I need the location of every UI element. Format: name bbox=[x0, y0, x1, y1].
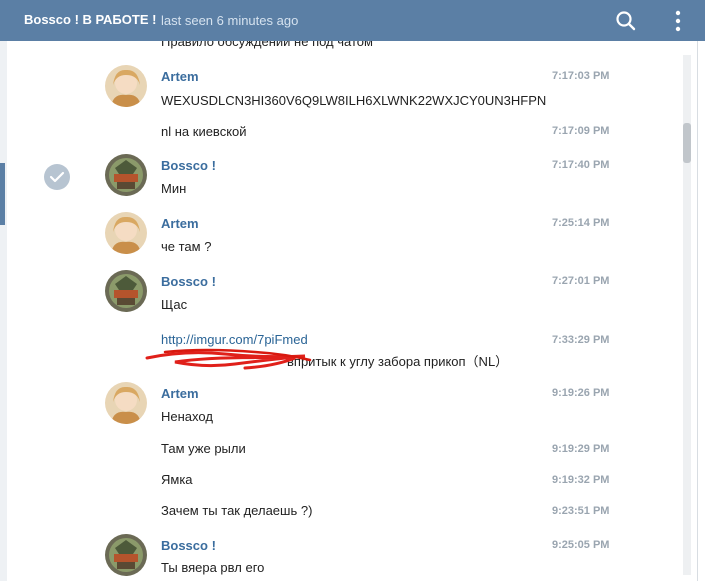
artem-avatar[interactable] bbox=[105, 212, 147, 254]
message-history[interactable]: Правило обсуждений не под чатом Artem WE… bbox=[7, 41, 705, 581]
message-text: Ямка bbox=[161, 472, 193, 487]
message-text: Ненаход bbox=[161, 409, 213, 424]
bossco-avatar[interactable] bbox=[105, 534, 147, 576]
message-text: Мин bbox=[161, 181, 187, 196]
message-time: 9:19:32 PM bbox=[552, 474, 610, 486]
partial-message-text: Правило обсуждений не под чатом bbox=[161, 41, 373, 49]
right-divider bbox=[697, 41, 698, 581]
message-author[interactable]: Bossco ! bbox=[161, 158, 216, 173]
bossco-avatar[interactable] bbox=[105, 270, 147, 312]
message-author[interactable]: Artem bbox=[161, 386, 199, 401]
message-text: Там уже рыли bbox=[161, 441, 246, 456]
message-author[interactable]: Bossco ! bbox=[161, 274, 216, 289]
message-time: 9:19:29 PM bbox=[552, 443, 610, 455]
message-time: 9:23:51 PM bbox=[552, 505, 610, 517]
message-text: WEXUSDLCN3HI360V6Q9LW8ILH6XLWNK22WXJCY0U… bbox=[161, 93, 547, 108]
message-text: Зачем ты так делаешь ?) bbox=[161, 503, 313, 518]
message-time: 7:17:03 PM bbox=[552, 70, 610, 82]
message-link[interactable]: http://imgur.com/7piFmed bbox=[161, 332, 308, 347]
message-text: Щас bbox=[161, 297, 188, 312]
more-vertical-icon[interactable] bbox=[668, 9, 688, 33]
left-panel-accent bbox=[0, 163, 5, 225]
bossco-avatar[interactable] bbox=[105, 154, 147, 196]
message-time: 7:25:14 PM bbox=[552, 217, 610, 229]
message-time: 7:17:09 PM bbox=[552, 125, 610, 137]
message-text: че там ? bbox=[161, 239, 212, 254]
message-author[interactable]: Bossco ! bbox=[161, 538, 216, 553]
left-panel-edge bbox=[0, 41, 7, 581]
message-text: Ты вяера рвл его bbox=[161, 560, 265, 575]
last-seen-status: last seen 6 minutes ago bbox=[161, 13, 299, 28]
scrollbar-thumb[interactable] bbox=[683, 123, 691, 163]
message-time: 9:25:05 PM bbox=[552, 539, 610, 551]
message-time: 7:27:01 PM bbox=[552, 275, 610, 287]
message-author[interactable]: Artem bbox=[161, 69, 199, 84]
chat-header: Bossco ! В РАБОТЕ ! last seen 6 minutes … bbox=[0, 0, 705, 41]
message-time: 7:33:29 PM bbox=[552, 334, 610, 346]
message-time: 7:17:40 PM bbox=[552, 159, 610, 171]
message-author[interactable]: Artem bbox=[161, 216, 199, 231]
redaction-scribble bbox=[145, 348, 312, 370]
message-text: nl на киевской bbox=[161, 124, 247, 139]
message-text: впритык к углу забора прикоп（NL） bbox=[287, 354, 509, 369]
artem-avatar[interactable] bbox=[105, 382, 147, 424]
message-time: 9:19:26 PM bbox=[552, 387, 610, 399]
search-icon[interactable] bbox=[614, 9, 638, 33]
artem-avatar[interactable] bbox=[105, 65, 147, 107]
chat-title[interactable]: Bossco ! В РАБОТЕ ! bbox=[24, 12, 156, 27]
selected-check-icon[interactable] bbox=[44, 164, 70, 190]
